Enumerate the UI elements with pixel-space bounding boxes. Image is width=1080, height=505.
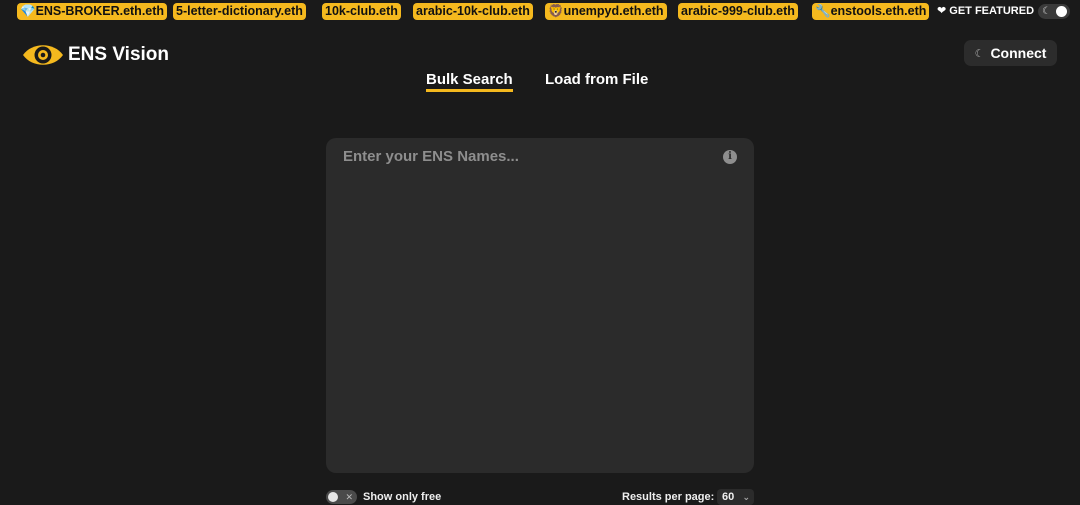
ens-names-input[interactable] [326,138,754,473]
results-per-page-label: Results per page: [622,491,715,503]
featured-bar: 💎ENS-BROKER.eth.eth 5-letter-dictionary.… [0,0,1080,24]
eye-logo-icon [23,45,63,65]
logo[interactable]: ENS Vision [22,40,169,70]
info-icon[interactable]: i [723,150,737,164]
theme-toggle[interactable]: ☾ [1038,4,1070,19]
moon-icon: ☾ [1042,6,1051,17]
featured-link-arabic-10k-club[interactable]: arabic-10k-club.eth [413,3,533,20]
logo-text: ENS Vision [68,44,170,65]
search-options: ✕ Show only free Results per page: 60 ⌄ [326,489,754,505]
featured-link-enstools[interactable]: 🔧enstools.eth.eth [812,3,930,20]
tab-load-from-file[interactable]: Load from File [545,70,648,89]
connect-button[interactable]: ☾ Connect [964,40,1057,66]
featured-link-10k-club[interactable]: 10k-club.eth [322,3,401,20]
toggle-knob [328,492,338,502]
connect-label: Connect [990,45,1047,61]
featured-link-5-letter-dictionary[interactable]: 5-letter-dictionary.eth [173,3,306,20]
results-per-page-value: 60 [722,491,735,503]
results-per-page-select[interactable]: 60 ⌄ [717,489,754,505]
close-icon: ✕ [345,492,353,502]
featured-link-arabic-999-club[interactable]: arabic-999-club.eth [678,3,798,20]
featured-link-ens-broker[interactable]: 💎ENS-BROKER.eth.eth [17,3,168,20]
theme-toggle-knob [1056,6,1067,17]
featured-link-unempyd[interactable]: 🦁unempyd.eth.eth [545,3,667,20]
get-featured-link[interactable]: ❤ GET FEATURED [937,4,1034,19]
tab-bulk-search[interactable]: Bulk Search [426,70,513,92]
chevron-down-icon: ⌄ [742,492,750,502]
show-only-free-label: Show only free [363,491,442,503]
show-only-free-toggle[interactable]: ✕ [326,490,357,504]
ens-names-editor: i [326,138,754,473]
loading-spinner-icon: ☾ [974,47,985,60]
search-mode-tabs: Bulk Search Load from File [0,70,1080,92]
